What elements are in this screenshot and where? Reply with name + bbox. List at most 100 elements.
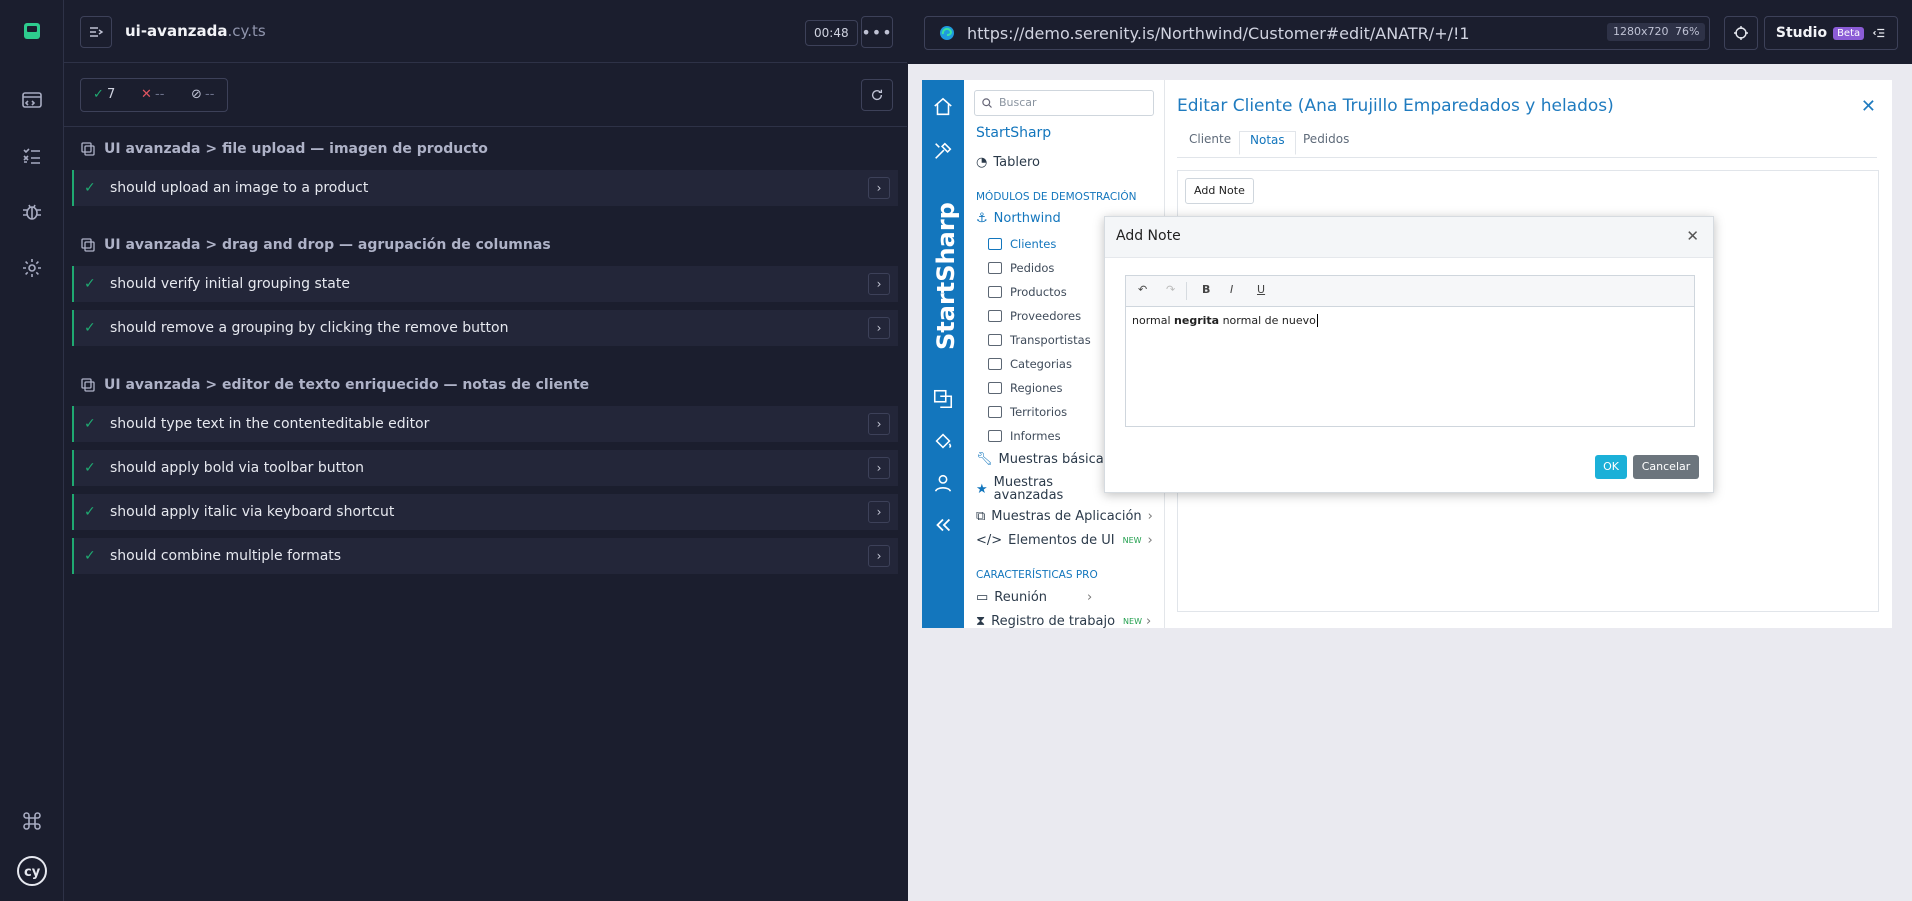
wrench-icon: 🔧︎ [976,452,993,467]
folder-icon [988,358,1002,370]
sidebar-item-productos[interactable]: Productos [988,285,1067,299]
tab-cliente[interactable]: Cliente [1189,132,1231,146]
chevron-right-icon[interactable]: › [868,545,890,567]
suite-title[interactable]: UI avanzada > editor de texto enriquecid… [80,373,589,397]
command-icon[interactable] [18,807,46,835]
tab-notas[interactable]: Notas [1239,131,1296,155]
add-note-button[interactable]: Add Note [1185,178,1254,204]
translate-icon[interactable] [932,388,954,410]
test-row[interactable]: ✓ should combine multiple formats › [72,538,898,574]
chevron-right-icon[interactable]: › [868,273,890,295]
redo-icon[interactable]: ↷ [1166,283,1175,296]
test-row[interactable]: ✓ should remove a grouping by clicking t… [72,310,898,346]
suite-icon [81,142,95,156]
test-row[interactable]: ✓ should apply italic via keyboard short… [72,494,898,530]
test-title: should combine multiple formats [110,548,342,564]
rich-text-editor[interactable]: ↶ ↷ B I U normal negrita normal de nuevo [1125,275,1695,427]
url-bar[interactable]: https://demo.serenity.is/Northwind/Custo… [924,16,1710,50]
chevron-right-icon[interactable]: › [868,177,890,199]
sidebar-item-northwind[interactable]: ⚓ Northwind [976,211,1061,226]
chevron-right-icon: › [1147,509,1153,524]
test-row[interactable]: ✓ should upload an image to a product › [72,170,898,206]
runs-icon[interactable] [18,142,46,170]
debug-icon[interactable] [18,198,46,226]
specs-icon[interactable] [18,86,46,114]
settings-icon[interactable] [18,254,46,282]
sidebar-item-pedidos[interactable]: Pedidos [988,261,1054,275]
italic-icon[interactable]: I [1230,283,1233,296]
check-icon: ✓ [84,504,96,520]
suite-icon [81,378,95,392]
sidebar-item-territorios[interactable]: Territorios [988,405,1067,419]
toolbar-separator [1186,282,1187,300]
app-brand[interactable]: StartSharp [976,125,1051,141]
chevron-right-icon[interactable]: › [868,457,890,479]
sidebar-item-transportistas[interactable]: Transportistas [988,333,1091,347]
layers-icon: ⧉ [976,509,986,524]
ok-button[interactable]: OK [1595,455,1627,479]
paint-bucket-icon[interactable] [932,430,954,452]
sidebar-item-dashboard[interactable]: ◔ Tablero [976,155,1040,170]
add-note-dialog: Add Note ✕ ↶ ↷ B I U normal negrita norm… [1104,216,1714,493]
test-row[interactable]: ✓ should apply bold via toolbar button › [72,450,898,486]
browser-toolbar: https://demo.serenity.is/Northwind/Custo… [908,0,1912,64]
test-row[interactable]: ✓ should verify initial grouping state › [72,266,898,302]
undo-icon[interactable]: ↶ [1138,283,1147,296]
test-reporter: ui-avanzada.cy.ts 00:48 ••• ✓ 7 ✕ -- ⊘ -… [64,0,907,901]
card-icon [988,238,1002,250]
editor-toolbar: ↶ ↷ B I U [1126,276,1694,307]
sidebar-item-informes[interactable]: Informes [988,429,1061,443]
underline-icon[interactable]: U [1257,283,1265,296]
home-icon[interactable] [932,96,954,118]
cart-icon [988,262,1002,274]
section-pro-heading: CARACTERÍSTICAS PRO [976,569,1098,581]
star-icon: ★ [976,481,988,497]
test-title: should verify initial grouping state [110,276,350,292]
suite-title[interactable]: UI avanzada > file upload — imagen de pr… [80,137,488,161]
sidebar-item-ui-elements[interactable]: </> Elementos de UI NEW › [976,533,1153,548]
selector-playground-button[interactable] [1724,16,1758,50]
test-row[interactable]: ✓ should type text in the contenteditabl… [72,406,898,442]
editor-content[interactable]: normal negrita normal de nuevo [1132,314,1318,327]
rerun-button[interactable] [861,79,893,111]
toggle-specs-button[interactable] [80,16,112,48]
double-chevron-left-icon[interactable] [932,514,954,536]
sidebar-item-clientes[interactable]: Clientes [988,237,1056,251]
tab-pedidos[interactable]: Pedidos [1303,132,1349,146]
chevron-right-icon[interactable]: › [868,317,890,339]
tabs-divider [1177,157,1877,158]
sidebar-item-basic-samples[interactable]: 🔧︎ Muestras básicas [976,452,1111,467]
bold-icon[interactable]: B [1202,283,1210,296]
app-logo-icon[interactable] [18,17,46,45]
test-title: should apply italic via keyboard shortcu… [110,504,395,520]
user-icon[interactable] [932,472,954,494]
run-stats: ✓ 7 ✕ -- ⊘ -- [80,78,228,112]
close-icon[interactable]: ✕ [1861,96,1876,117]
chevron-right-icon[interactable]: › [868,413,890,435]
suite-title[interactable]: UI avanzada > drag and drop — agrupación… [80,233,551,257]
studio-label: Studio [1775,25,1828,41]
dialog-close-icon[interactable]: ✕ [1686,227,1699,245]
beta-badge: Beta [1833,26,1865,40]
sidebar-item-app-samples[interactable]: ⧉ Muestras de Aplicación › [976,509,1153,524]
crosshair-icon [1734,26,1748,40]
sidebar-item-proveedores[interactable]: Proveedores [988,309,1081,323]
sidebar-item-advanced-samples[interactable]: ★ Muestras avanzadas [976,476,1106,502]
code-icon: </> [976,533,1003,548]
chevron-right-icon[interactable]: › [868,501,890,523]
sidebar-item-categorias[interactable]: Categorias [988,357,1072,371]
sidebar-item-meeting[interactable]: ▭ Reunión › [976,590,1092,605]
section-demo-heading: MÓDULOS DE DEMOSTRACIÓN [976,191,1137,203]
refresh-icon [871,89,883,101]
studio-button[interactable]: Studio Beta [1764,16,1898,50]
tools-icon[interactable] [932,140,954,162]
sidebar-item-regiones[interactable]: Regiones [988,381,1062,395]
meeting-icon: ▭ [976,590,989,605]
sidebar-item-work-log[interactable]: ⧗ Registro de trabajo NEW › [976,614,1151,628]
search-placeholder: Buscar [999,96,1037,109]
cancel-button[interactable]: Cancelar [1633,455,1699,479]
more-options-button[interactable]: ••• [861,16,893,48]
search-input[interactable]: Buscar [974,90,1154,116]
test-title: should remove a grouping by clicking the… [110,320,509,336]
cypress-logo-icon[interactable]: cy [16,855,48,887]
